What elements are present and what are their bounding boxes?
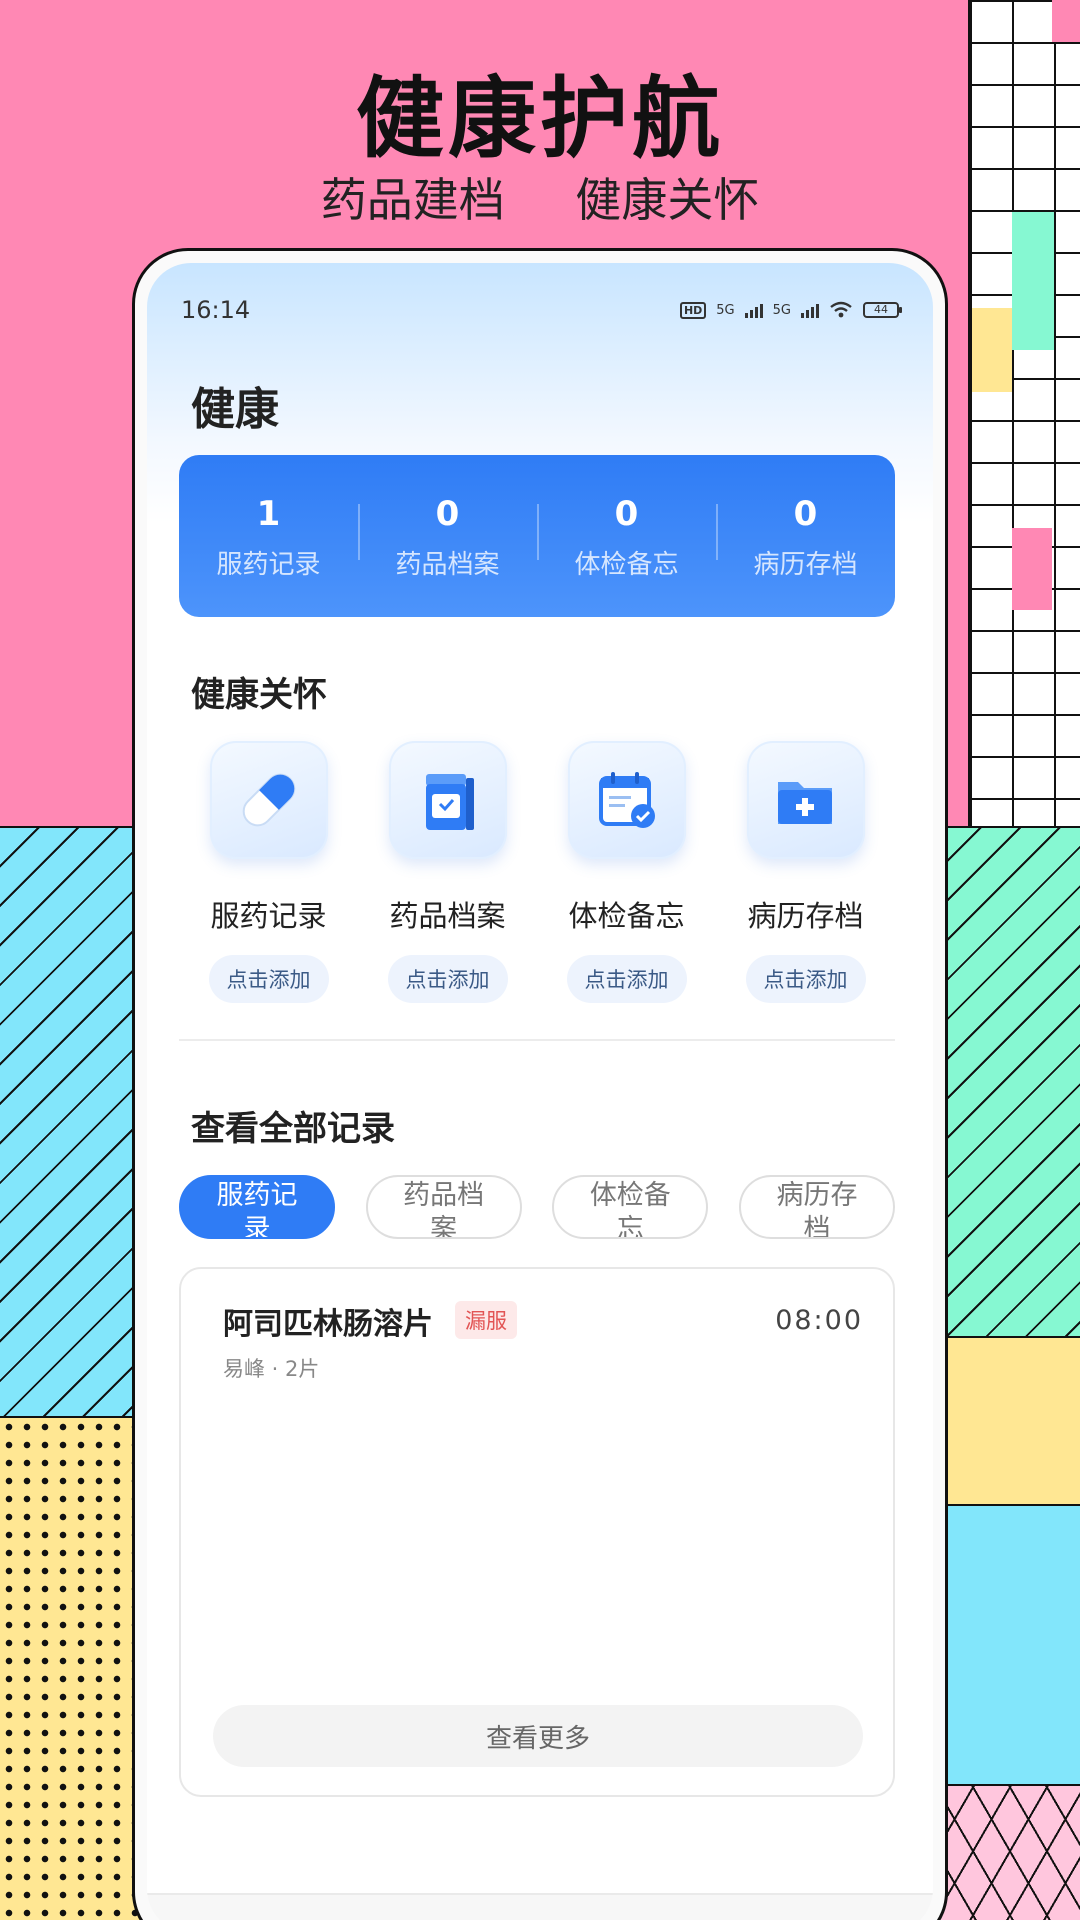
bottom-tab-bar[interactable] — [147, 1893, 933, 1920]
page-title: 健康 — [191, 384, 279, 435]
background-cyan-right — [940, 1506, 1080, 1786]
signal-icon-2 — [801, 302, 819, 318]
tab-medicine-files[interactable]: 药品档案 — [365, 1175, 522, 1239]
background-yellow-right — [940, 1336, 1080, 1506]
records-tabs: 服药记录 药品档案 体检备忘 病历存档 — [179, 1175, 895, 1239]
background-stripes-left — [0, 826, 140, 1418]
grid-cell-pink — [1052, 0, 1080, 42]
care-section-title: 健康关怀 — [191, 675, 327, 715]
network-5g-label-2: 5G — [772, 302, 791, 318]
medical-folder-icon[interactable] — [746, 741, 865, 859]
promo-sub-right: 健康关怀 — [575, 173, 760, 227]
calendar-check-icon[interactable] — [567, 741, 686, 859]
medicine-box-icon[interactable] — [388, 741, 507, 859]
care-item-label: 病历存档 — [747, 899, 864, 933]
stat-value: 0 — [435, 493, 460, 534]
grid-cell-yellow — [972, 308, 1012, 392]
background-zigzag-right — [940, 1786, 1080, 1920]
care-item-label: 体检备忘 — [568, 899, 685, 933]
stat-medicine-files[interactable]: 0 药品档案 — [358, 492, 537, 581]
add-medication-button[interactable]: 点击添加 — [208, 955, 329, 1003]
tab-checkup-memos[interactable]: 体检备忘 — [552, 1175, 709, 1239]
stat-value: 0 — [793, 493, 818, 534]
background-stripes-right — [940, 826, 1080, 1336]
signal-icon — [744, 302, 763, 318]
phone-frame: 16:14 HD 5G 5G 44 健康 1 服药记录 0 药品档案 0 体检备… — [132, 248, 948, 1920]
status-time: 16:14 — [181, 296, 251, 324]
tab-medical-archives[interactable]: 病历存档 — [738, 1175, 895, 1239]
background-dots-left — [0, 1418, 140, 1920]
stat-label: 体检备忘 — [574, 549, 679, 580]
status-bar: 16:14 HD 5G 5G 44 — [181, 293, 902, 327]
promo-headline: 健康护航 — [355, 67, 724, 170]
stat-value: 0 — [614, 493, 639, 534]
promo-sub-left: 药品建档 — [320, 173, 505, 227]
stat-value: 1 — [256, 493, 281, 534]
add-checkup-button[interactable]: 点击添加 — [566, 955, 687, 1003]
hd-icon: HD — [679, 301, 707, 319]
stat-medical-archives[interactable]: 0 病历存档 — [716, 492, 895, 581]
record-list-card: 阿司匹林肠溶片 漏服 08:00 易峰 · 2片 查看更多 — [179, 1267, 895, 1797]
status-badge: 漏服 — [455, 1301, 517, 1339]
grid-cell-pink-2 — [1012, 528, 1052, 610]
stat-checkup-memos[interactable]: 0 体检备忘 — [537, 492, 716, 581]
network-5g-label: 5G — [716, 302, 735, 318]
app-screen: 16:14 HD 5G 5G 44 健康 1 服药记录 0 药品档案 0 体检备… — [147, 263, 933, 1920]
record-time: 08:00 — [775, 1305, 863, 1336]
promo-subheadline: 药品建档 健康关怀 — [0, 164, 1080, 230]
grid-cell-mint — [1012, 212, 1054, 350]
status-icons: HD 5G 5G 44 — [679, 301, 902, 319]
tab-medication-records[interactable]: 服药记录 — [179, 1175, 335, 1239]
add-archive-button[interactable]: 点击添加 — [745, 955, 866, 1003]
view-more-button[interactable]: 查看更多 — [213, 1705, 863, 1767]
care-item-label: 服药记录 — [210, 899, 327, 933]
care-grid: 服药记录 点击添加 药品档案 点击添加 体检备忘 点击添加 病历存档 点击添加 — [179, 741, 895, 1003]
stat-label: 病历存档 — [753, 549, 858, 580]
record-detail: 易峰 · 2片 — [223, 1357, 320, 1381]
stat-label: 服药记录 — [216, 549, 321, 580]
record-name: 阿司匹林肠溶片 — [223, 1307, 433, 1342]
records-section-title: 查看全部记录 — [191, 1109, 395, 1149]
care-item-medicine-file[interactable]: 药品档案 点击添加 — [358, 741, 537, 1003]
care-item-checkup[interactable]: 体检备忘 点击添加 — [537, 741, 716, 1003]
care-item-medication[interactable]: 服药记录 点击添加 — [179, 741, 358, 1003]
stat-label: 药品档案 — [395, 549, 500, 580]
stats-panel: 1 服药记录 0 药品档案 0 体检备忘 0 病历存档 — [179, 455, 895, 617]
care-item-label: 药品档案 — [389, 899, 506, 933]
capsule-icon[interactable] — [209, 741, 328, 859]
care-item-archive[interactable]: 病历存档 点击添加 — [716, 741, 895, 1003]
battery-icon: 44 — [863, 302, 902, 318]
stat-medication-records[interactable]: 1 服药记录 — [179, 492, 358, 581]
section-divider — [179, 1039, 895, 1041]
wifi-icon — [830, 301, 852, 318]
add-medicine-file-button[interactable]: 点击添加 — [387, 955, 508, 1003]
